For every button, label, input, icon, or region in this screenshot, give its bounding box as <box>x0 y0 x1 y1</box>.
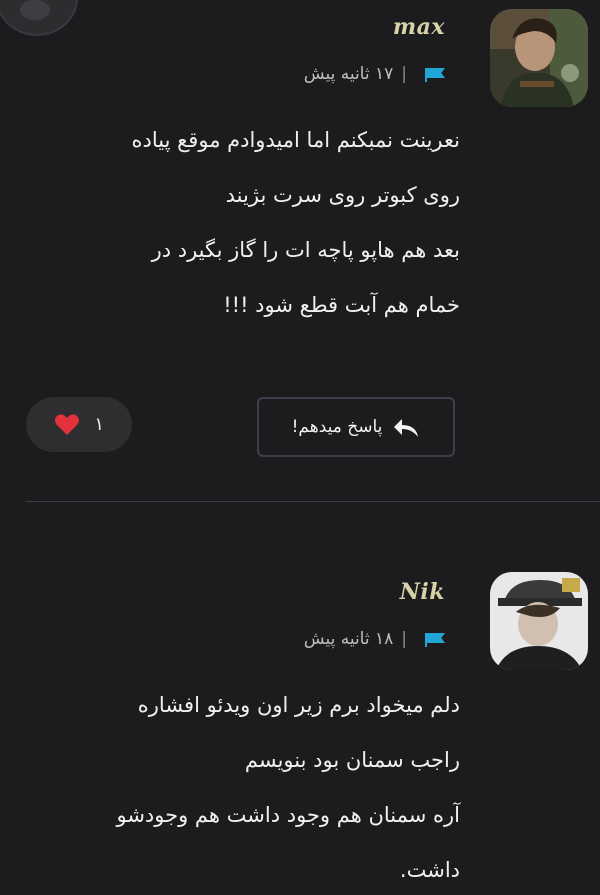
timestamp: ۱۸ ثانیه پیش <box>303 629 394 649</box>
comment-line: راجب سمنان بود بنویسم <box>244 748 460 772</box>
meta-separator: | <box>401 629 407 649</box>
comment-body: دلم میخواد برم زیر اون ویدئو افشاره راجب… <box>20 678 460 895</box>
comment-line: داشت. <box>399 858 460 882</box>
comment-meta: | ۱۸ ثانیه پیش <box>304 629 445 649</box>
username[interactable]: Nik <box>400 579 445 605</box>
flag-icon[interactable] <box>425 632 445 647</box>
comment-line: دلم میخواد برم زیر اون ویدئو افشاره <box>137 693 460 717</box>
comment-item: Nik | ۱۸ ثانیه پیش دلم میخواد برم زیر او… <box>0 0 600 895</box>
comment-line: آره سمنان هم وجود داشت هم وجودشو <box>116 803 460 827</box>
avatar-image <box>490 572 588 670</box>
avatar[interactable] <box>490 572 588 670</box>
